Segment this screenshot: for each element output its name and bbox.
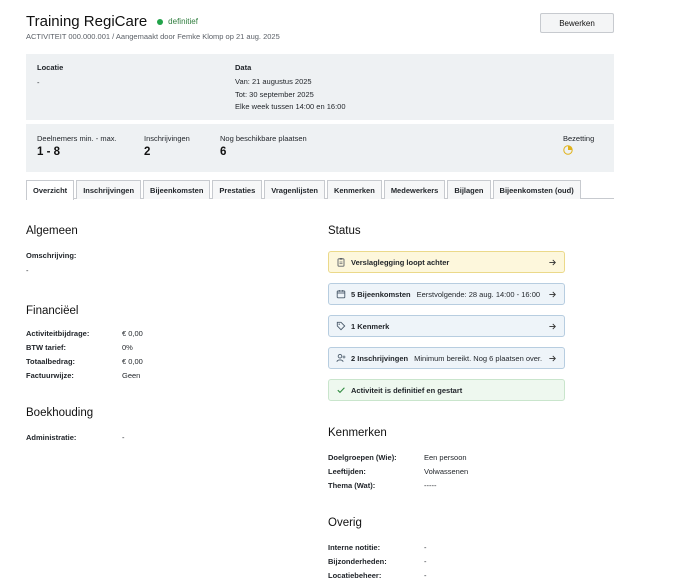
inschrijvingen-label: Inschrijvingen <box>144 134 190 143</box>
status-item-title: Verslaglegging loopt achter <box>351 257 450 267</box>
tag-icon <box>336 321 346 331</box>
status-item-subtitle: Minimum bereikt. Nog 6 plaatsen over. <box>414 353 543 363</box>
kenmerk-row-label: Doelgroepen (Wie): <box>328 453 397 462</box>
financieel-row-value: 0% <box>122 343 133 352</box>
bezetting-label: Bezetting <box>563 134 595 143</box>
tab-vragenlijsten[interactable]: Vragenlijsten <box>264 180 325 199</box>
status-item-title: 1 Kenmerk <box>351 321 390 331</box>
financieel-row-label: Activiteitbijdrage: <box>26 329 90 338</box>
deelnemers-label: Deelnemers min. - max. <box>37 134 117 143</box>
overig-title: Overig <box>328 517 362 529</box>
overig-row-label: Bijzonderheden: <box>328 557 387 566</box>
data-tot: Tot: 30 september 2025 <box>235 89 314 99</box>
arrow-right-icon <box>548 354 557 363</box>
boekhouding-row-value: - <box>122 433 125 442</box>
stats-panel: Deelnemers min. - max. 1 - 8 Inschrijvin… <box>26 124 614 172</box>
tab-overzicht[interactable]: Overzicht <box>26 180 75 200</box>
financieel-row-value: Geen <box>122 371 141 380</box>
kenmerk-row-value: Volwassenen <box>424 467 469 476</box>
edit-button[interactable]: Bewerken <box>540 13 614 33</box>
check-icon <box>336 385 346 395</box>
tab-inschrijvingen[interactable]: Inschrijvingen <box>76 180 142 199</box>
plaatsen-value: 6 <box>220 146 227 158</box>
algemeen-title: Algemeen <box>26 225 78 237</box>
arrow-right-icon <box>548 322 557 331</box>
tab-bijeenkomsten[interactable]: Bijeenkomsten <box>143 180 211 199</box>
status-item-title: Activiteit is definitief en gestart <box>351 385 463 395</box>
tab-medewerkers[interactable]: Medewerkers <box>383 180 446 199</box>
status-definitief-box: Activiteit is definitief en gestart <box>328 379 565 401</box>
deelnemers-value: 1 - 8 <box>37 146 61 158</box>
tab-bar: Overzicht Inschrijvingen Bijeenkomsten Pres… <box>26 180 614 200</box>
financieel-row-label: Factuurwijze: <box>26 371 74 380</box>
overig-row-label: Interne notitie: <box>328 543 381 552</box>
omschrijving-value: - <box>26 266 29 275</box>
title-row: Training RegiCare definitief <box>26 13 198 30</box>
status-verslaglegging-box[interactable]: Verslaglegging loopt achter <box>328 251 565 273</box>
overig-row-value: - <box>424 557 427 566</box>
overig-row-value: - <box>424 543 427 552</box>
locatie-label: Locatie <box>37 63 64 72</box>
info-panel: Locatie - Data Van: 21 augustus 2025 Tot… <box>26 54 614 120</box>
locatie-value: - <box>37 78 40 87</box>
financieel-row-label: BTW tarief: <box>26 343 66 352</box>
status-inschrijvingen-box[interactable]: 2 Inschrijvingen Minimum bereikt. Nog 6 p… <box>328 347 565 369</box>
status-dot-icon <box>157 18 164 25</box>
arrow-right-icon <box>548 258 557 267</box>
tab-bijlagen[interactable]: Bijlagen <box>447 180 491 199</box>
page-title: Training RegiCare <box>26 13 148 30</box>
plaatsen-label: Nog beschikbare plaatsen <box>220 134 307 143</box>
arrow-right-icon <box>548 290 557 299</box>
calendar-icon <box>336 289 346 299</box>
user-add-icon <box>336 353 346 363</box>
kenmerk-row-value: Een persoon <box>424 453 467 462</box>
status-kenmerk-box[interactable]: 1 Kenmerk <box>328 315 565 337</box>
overig-row-label: Locatiebeheer: <box>328 571 382 580</box>
data-van: Van: 21 augustus 2025 <box>235 77 312 86</box>
inschrijvingen-value: 2 <box>144 146 151 158</box>
tab-prestaties[interactable]: Prestaties <box>212 180 263 199</box>
boekhouding-title: Boekhouding <box>26 407 94 419</box>
financieel-row-value: € 0,00 <box>122 329 143 338</box>
status-badge: definitief <box>168 17 198 26</box>
data-week: Elke week tussen 14:00 en 16:00 <box>235 102 346 111</box>
status-item-title: 5 Bijeenkomsten <box>351 289 411 299</box>
tab-bijeenkomsten-oud[interactable]: Bijeenkomsten (oud) <box>492 180 581 199</box>
financieel-row-label: Totaalbedrag: <box>26 357 76 366</box>
financieel-title: Financiëel <box>26 305 79 317</box>
activity-subtitle: ACTIVITEIT 000.000.001 / Aangemaakt door… <box>26 32 280 41</box>
kenmerk-row-label: Thema (Wat): <box>328 481 376 490</box>
financieel-row-value: € 0,00 <box>122 357 143 366</box>
status-item-title: 2 Inschrijvingen <box>351 353 409 363</box>
status-title: Status <box>328 225 361 237</box>
boekhouding-row-label: Administratie: <box>26 433 77 442</box>
status-item-subtitle: Eerstvolgende: 28 aug. 14:00 - 16:00 <box>416 289 541 299</box>
kenmerken-title: Kenmerken <box>328 427 387 439</box>
status-bijeenkomsten-box[interactable]: 5 Bijeenkomsten Eerstvolgende: 28 aug. 14… <box>328 283 565 305</box>
omschrijving-label: Omschrijving: <box>26 251 77 260</box>
kenmerk-row-label: Leeftijden: <box>328 467 366 476</box>
bezetting-pie-icon <box>563 145 573 155</box>
clipboard-icon <box>336 257 346 267</box>
overig-row-value: - <box>424 571 427 580</box>
tab-kenmerken[interactable]: Kenmerken <box>326 180 382 199</box>
kenmerk-row-value: ----- <box>424 481 437 490</box>
data-label: Data <box>235 63 252 72</box>
